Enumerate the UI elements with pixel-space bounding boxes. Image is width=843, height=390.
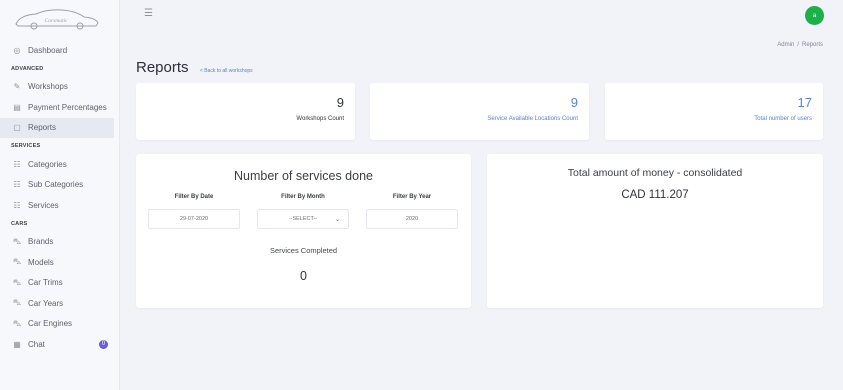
car-icon: ⛍ — [12, 298, 22, 308]
sidebar-item-label: Car Trims — [28, 278, 63, 288]
filter-month-label: Filter By Month — [281, 194, 325, 200]
workshops-count-value: 9 — [336, 95, 344, 110]
filter-year-label: Filter By Year — [392, 194, 432, 200]
sidebar-section-advanced: ADVANCED — [11, 65, 44, 72]
filter-year-value: 2020 — [405, 216, 419, 222]
workshops-count-label: Workshops Count — [296, 116, 344, 122]
sidebar-item-models[interactable]: ⛍ Models — [0, 252, 119, 273]
user-avatar[interactable]: a — [805, 6, 824, 25]
locations-count-card: 9 Service Available Locations Count — [370, 83, 589, 140]
percent-icon: ▤ — [13, 102, 21, 112]
users-count-label: Total number of users — [754, 116, 812, 122]
sidebar-item-sub-categories[interactable]: ☷ Sub Categories — [0, 175, 119, 196]
sidebar-item-chat[interactable]: ▦ Chat 0 — [0, 334, 119, 355]
sidebar: Carsmatic ◎ Dashboard ADVANCED ✎ Workshops ▤ P… — [0, 0, 120, 390]
sidebar-item-label: Dashboard — [28, 45, 68, 55]
total-money-value: CAD 111.207 — [621, 189, 689, 201]
app-logo[interactable]: Carsmatic — [8, 4, 104, 34]
workshops-count-card: 9 Workshops Count — [136, 83, 355, 140]
total-money-title: Total amount of money - consolidated — [567, 167, 743, 179]
sidebar-section-services: SERVICES — [11, 143, 41, 149]
sidebar-item-brands[interactable]: ⛍ Brands — [0, 232, 119, 253]
sidebar-section-cars: CARS — [11, 220, 28, 227]
report-icon: ▢ — [13, 123, 21, 133]
page-title: Reports — [136, 59, 189, 76]
list-icon: ☷ — [13, 180, 21, 190]
sidebar-item-reports[interactable]: ▢ Reports — [0, 117, 114, 138]
services-completed-value: 0 — [300, 269, 307, 283]
list-icon: ☷ — [13, 200, 21, 210]
sidebar-item-label: Reports — [28, 123, 57, 133]
sidebar-item-label: Brands — [28, 237, 54, 247]
locations-count-label: Service Available Locations Count — [487, 116, 578, 122]
car-icon: ⛍ — [12, 236, 22, 246]
filter-year-input[interactable]: 2020 — [366, 209, 458, 229]
filter-date-input[interactable]: 29-07-2020 — [148, 209, 240, 229]
chat-count-badge: 0 — [99, 339, 108, 349]
sidebar-item-label: Car Years — [28, 298, 64, 308]
filter-month-select[interactable]: --SELECT-- ⌄ — [257, 209, 349, 229]
sidebar-item-categories[interactable]: ☷ Categories — [0, 154, 119, 175]
sidebar-item-car-engines[interactable]: ⛍ Car Engines — [0, 314, 119, 335]
car-icon: ⛍ — [12, 277, 22, 287]
sidebar-item-workshops[interactable]: ✎ Workshops — [0, 77, 119, 98]
filter-month-value: --SELECT-- — [288, 216, 318, 222]
total-money-panel: Total amount of money - consolidated CAD… — [487, 154, 823, 308]
breadcrumb-current: Reports — [801, 42, 823, 48]
locations-count-value: 9 — [570, 95, 578, 110]
sidebar-item-label: Car Engines — [28, 319, 73, 329]
filter-date-value: 29-07-2020 — [179, 216, 209, 222]
sidebar-item-dashboard[interactable]: ◎ Dashboard — [0, 40, 119, 61]
car-icon: ⛍ — [12, 318, 22, 328]
sidebar-nav: ◎ Dashboard ADVANCED ✎ Workshops ▤ Payment Per… — [0, 40, 119, 355]
filter-date-label: Filter By Date — [174, 194, 214, 200]
sidebar-item-payment-percentages[interactable]: ▤ Payment Percentages — [0, 97, 119, 118]
services-done-panel: Number of services done Filter By Date F… — [136, 154, 471, 308]
users-count-card: 17 Total number of users — [605, 83, 823, 140]
sidebar-item-label: Categories — [28, 159, 67, 169]
services-panel-title: Number of services done — [234, 169, 373, 183]
sidebar-item-car-trims[interactable]: ⛍ Car Trims — [0, 273, 119, 294]
sidebar-item-label: Workshops — [28, 82, 68, 92]
dashboard-icon: ◎ — [13, 45, 21, 55]
chevron-down-icon: ⌄ — [334, 216, 340, 223]
breadcrumb: Admin / Reports — [777, 42, 823, 48]
hamburger-menu-icon[interactable]: ☰ — [144, 8, 153, 19]
breadcrumb-separator: / — [797, 42, 799, 48]
sidebar-item-label: Payment Percentages — [28, 102, 107, 112]
breadcrumb-admin[interactable]: Admin — [777, 42, 794, 48]
sidebar-item-label: Services — [28, 200, 59, 210]
car-icon: ⛍ — [12, 257, 22, 267]
sidebar-item-label: Sub Categories — [28, 180, 84, 190]
back-to-workshops-link[interactable]: < Back to all workshops — [200, 68, 253, 74]
sidebar-item-services[interactable]: ☷ Services — [0, 195, 119, 216]
users-count-value: 17 — [797, 95, 812, 110]
chat-icon: ▦ — [13, 339, 21, 349]
sidebar-item-label: Models — [28, 257, 54, 267]
car-logo-icon: Carsmatic — [15, 9, 99, 30]
wrench-icon: ✎ — [13, 82, 21, 92]
logo-text: Carsmatic — [45, 18, 68, 24]
sidebar-item-label: Chat — [28, 339, 45, 349]
services-completed-label: Services Completed — [269, 246, 338, 255]
list-icon: ☷ — [13, 159, 21, 169]
sidebar-item-car-years[interactable]: ⛍ Car Years — [0, 293, 119, 314]
